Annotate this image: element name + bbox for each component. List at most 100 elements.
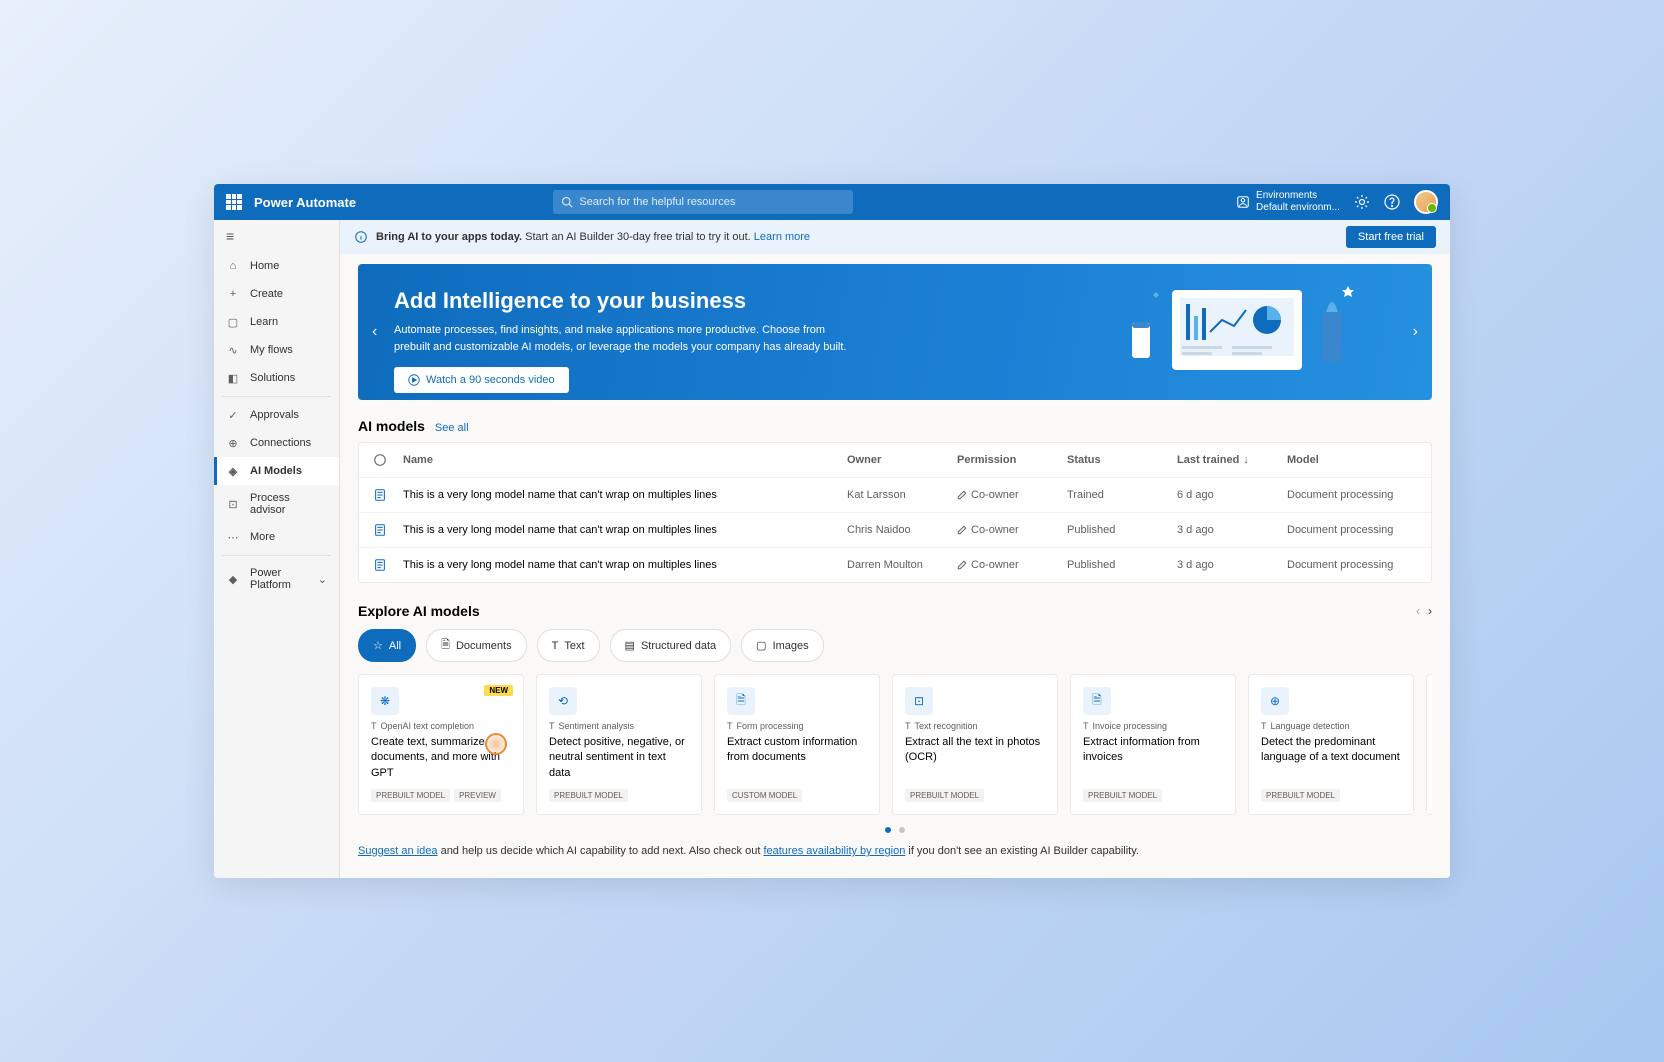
help-icon[interactable] bbox=[1384, 194, 1400, 210]
card-title: Extract all the text in photos (OCR) bbox=[905, 735, 1045, 781]
model-card[interactable]: ⊡ T Text recognition Extract all the tex… bbox=[892, 674, 1058, 815]
tab-images[interactable]: ▢Images bbox=[741, 629, 823, 662]
sidebar-item-aimodels[interactable]: ◈AI Models bbox=[214, 457, 339, 485]
row-name: This is a very long model name that can'… bbox=[403, 524, 847, 536]
model-card[interactable]: 🗎 T Invoice processing Extract informati… bbox=[1070, 674, 1236, 815]
sidebar-label: AI Models bbox=[250, 465, 302, 477]
col-name[interactable]: Name bbox=[403, 454, 847, 466]
divider bbox=[222, 555, 331, 556]
hero-subtitle: Automate processes, find insights, and m… bbox=[394, 322, 854, 355]
sidebar-label: Learn bbox=[250, 316, 278, 328]
card-title: Extract information from invoices bbox=[1083, 735, 1223, 781]
sidebar-item-solutions[interactable]: ◧Solutions bbox=[214, 364, 339, 392]
home-icon: ⌂ bbox=[226, 259, 240, 273]
row-name: This is a very long model name that can'… bbox=[403, 489, 847, 501]
hamburger-icon[interactable]: ≡ bbox=[214, 220, 339, 252]
tab-documents[interactable]: 🗎Documents bbox=[426, 629, 527, 662]
sidebar-item-myflows[interactable]: ∿My flows bbox=[214, 336, 339, 364]
card-category: T Invoice processing bbox=[1083, 721, 1223, 731]
explore-next-button[interactable]: › bbox=[1428, 604, 1432, 618]
app-launcher-icon[interactable] bbox=[226, 194, 242, 210]
features-link[interactable]: features availability by region bbox=[763, 845, 905, 857]
tab-label: Structured data bbox=[641, 640, 716, 652]
tab-label: Text bbox=[564, 640, 584, 652]
tab-text[interactable]: T Text bbox=[537, 629, 600, 662]
card-icon: 🗎 bbox=[1083, 687, 1111, 715]
table-row[interactable]: This is a very long model name that can'… bbox=[359, 548, 1431, 582]
info-icon bbox=[373, 453, 387, 467]
watch-video-button[interactable]: Watch a 90 seconds video bbox=[394, 367, 569, 393]
tab-icon: ☆ bbox=[373, 639, 383, 652]
play-icon bbox=[408, 374, 420, 386]
search-input[interactable]: Search for the helpful resources bbox=[553, 190, 853, 214]
explore-prev-button[interactable]: ‹ bbox=[1416, 604, 1420, 618]
table-row[interactable]: This is a very long model name that can'… bbox=[359, 513, 1431, 548]
hero-next-button[interactable]: › bbox=[1405, 315, 1426, 349]
sidebar-item-approvals[interactable]: ✓Approvals bbox=[214, 401, 339, 429]
col-permission[interactable]: Permission bbox=[957, 454, 1067, 466]
row-status: Trained bbox=[1067, 489, 1177, 501]
card-badge: PREBUILT MODEL bbox=[549, 789, 628, 802]
titlebar: Power Automate Search for the helpful re… bbox=[214, 184, 1450, 220]
info-icon bbox=[354, 230, 368, 244]
card-badge: PREBUILT MODEL bbox=[1083, 789, 1162, 802]
sidebar-item-home[interactable]: ⌂Home bbox=[214, 252, 339, 280]
divider bbox=[222, 396, 331, 397]
tab-icon: T bbox=[552, 640, 559, 652]
col-trained[interactable]: Last trained ↓ bbox=[1177, 454, 1287, 466]
sidebar-item-more[interactable]: ⋯More bbox=[214, 523, 339, 551]
env-label: Environments bbox=[1256, 190, 1340, 202]
table-row[interactable]: This is a very long model name that can'… bbox=[359, 478, 1431, 513]
model-card[interactable]: ⟲ T Sentiment analysis Detect positive, … bbox=[536, 674, 702, 815]
sidebar-item-create[interactable]: +Create bbox=[214, 280, 339, 308]
tab-structured-data[interactable]: ▤Structured data bbox=[610, 629, 732, 662]
row-model: Document processing bbox=[1287, 489, 1417, 501]
card-icon: ⊡ bbox=[905, 687, 933, 715]
model-card[interactable]: NEW ❋ T OpenAI text completion Create te… bbox=[358, 674, 524, 815]
gear-icon[interactable] bbox=[1354, 194, 1370, 210]
tab-icon: ▢ bbox=[756, 639, 766, 652]
sidebar-label: My flows bbox=[250, 344, 293, 356]
sidebar-item-processadvisor[interactable]: ⊡Process advisor bbox=[214, 485, 339, 523]
promo-link[interactable]: Learn more bbox=[754, 231, 810, 243]
app-window: Power Automate Search for the helpful re… bbox=[214, 184, 1450, 878]
model-card[interactable]: ⊕ T Language detection Detect the predom… bbox=[1248, 674, 1414, 815]
suggest-idea-link[interactable]: Suggest an idea bbox=[358, 845, 438, 857]
tab-all[interactable]: ☆All bbox=[358, 629, 416, 662]
footer-text: Suggest an idea and help us decide which… bbox=[358, 845, 1432, 857]
see-all-link[interactable]: See all bbox=[435, 422, 469, 434]
sidebar-item-powerplatform[interactable]: ◆Power Platform⌄ bbox=[214, 560, 339, 598]
row-owner: Darren Moulton bbox=[847, 559, 957, 571]
row-owner: Kat Larsson bbox=[847, 489, 957, 501]
col-model[interactable]: Model bbox=[1287, 454, 1417, 466]
start-trial-button[interactable]: Start free trial bbox=[1346, 226, 1436, 248]
row-status: Published bbox=[1067, 524, 1177, 536]
book-icon: ▢ bbox=[226, 315, 240, 329]
edit-icon bbox=[957, 525, 967, 535]
dot-1[interactable] bbox=[885, 827, 891, 833]
sidebar-label: Create bbox=[250, 288, 283, 300]
col-status[interactable]: Status bbox=[1067, 454, 1177, 466]
carousel-dots bbox=[358, 827, 1432, 833]
sidebar-label: More bbox=[250, 531, 275, 543]
model-card[interactable]: 🗎 T Form processing Extract custom infor… bbox=[714, 674, 880, 815]
col-owner[interactable]: Owner bbox=[847, 454, 957, 466]
sidebar-item-learn[interactable]: ▢ Learn bbox=[214, 308, 339, 336]
row-model: Document processing bbox=[1287, 524, 1417, 536]
environment-picker[interactable]: Environments Default environm... bbox=[1236, 190, 1340, 214]
solutions-icon: ◧ bbox=[226, 371, 240, 385]
hero-banner: ‹ › Add Intelligence to your business Au… bbox=[358, 264, 1432, 400]
row-owner: Chris Naidoo bbox=[847, 524, 957, 536]
dot-2[interactable] bbox=[899, 827, 905, 833]
hero-illustration bbox=[1112, 282, 1392, 382]
environment-icon bbox=[1236, 195, 1250, 209]
sidebar-item-connections[interactable]: ⊕Connections bbox=[214, 429, 339, 457]
table-header: Name Owner Permission Status Last traine… bbox=[359, 443, 1431, 478]
card-title: Detect the predominant language of a tex… bbox=[1261, 735, 1401, 781]
tab-label: Documents bbox=[456, 640, 512, 652]
sort-arrow-icon: ↓ bbox=[1243, 454, 1249, 466]
user-avatar[interactable] bbox=[1414, 190, 1438, 214]
hero-prev-button[interactable]: ‹ bbox=[364, 315, 385, 349]
card-badge: PREBUILT MODEL bbox=[905, 789, 984, 802]
model-card[interactable]: A T T Tran... lang... PRE... bbox=[1426, 674, 1432, 815]
